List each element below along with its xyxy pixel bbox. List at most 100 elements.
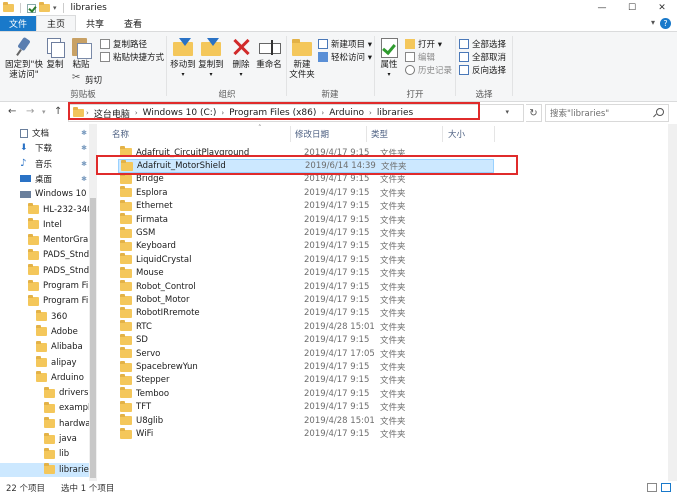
table-row[interactable]: Stepper 2019/4/17 9:15 文件夹	[118, 373, 494, 387]
table-row[interactable]: Servo 2019/4/17 17:05 文件夹	[118, 347, 494, 360]
table-row[interactable]: U8glib 2019/4/28 15:01 文件夹	[118, 414, 494, 427]
copy-to-button[interactable]: 复制到 ▾	[198, 36, 224, 80]
chevron-right-icon[interactable]: ›	[221, 109, 224, 117]
move-to-button[interactable]: 移动到 ▾	[170, 36, 196, 80]
invert-selection-button[interactable]: 反向选择	[459, 64, 506, 76]
table-row[interactable]: Ethernet 2019/4/17 9:15 文件夹	[118, 199, 494, 213]
delete-button[interactable]: 删除 ▾	[230, 36, 252, 80]
tab-file[interactable]: 文件	[0, 16, 37, 31]
nav-scrollbar-thumb[interactable]	[90, 198, 96, 478]
table-row[interactable]: Bridge 2019/4/17 9:15 文件夹	[118, 172, 494, 186]
nav-item[interactable]: libraries	[0, 462, 97, 477]
nav-item[interactable]: ⬇ 下载 ✱	[0, 141, 97, 155]
column-header-name[interactable]: 名称	[112, 127, 129, 141]
up-arrow-icon[interactable]: ↑	[54, 106, 62, 117]
table-row[interactable]: Adafruit_CircuitPlayground 2019/4/17 9:15…	[118, 146, 494, 159]
help-icon[interactable]: ?	[660, 18, 671, 29]
tab-view[interactable]: 查看	[114, 16, 152, 31]
copy-button[interactable]: 复制	[44, 36, 66, 70]
nav-item[interactable]: Arduino	[0, 371, 97, 385]
nav-item[interactable]: 360	[0, 310, 97, 324]
table-row[interactable]: TFT 2019/4/17 9:15 文件夹	[118, 400, 494, 414]
column-header-modified[interactable]: 修改日期	[295, 127, 329, 141]
nav-item[interactable]: Alibaba	[0, 340, 97, 354]
table-row[interactable]: RobotIRremote 2019/4/17 9:15 文件夹	[118, 306, 494, 320]
copy-path-button[interactable]: 复制路径	[100, 38, 147, 50]
navigation-pane[interactable]: 文档 ✱ ⬇ 下载 ✱ ♪ 音乐 ✱ 桌面 ✱ Windows 10 (C HL-232-340 Int…	[0, 124, 97, 481]
file-list-scrollbar[interactable]	[668, 124, 677, 481]
table-row[interactable]: Mouse 2019/4/17 9:15 文件夹	[118, 266, 494, 280]
nav-item[interactable]: examples	[0, 401, 97, 415]
easy-access-button[interactable]: 轻松访问 ▾	[318, 51, 372, 63]
nav-item[interactable]: PADS_Stnd_E	[0, 248, 97, 262]
minimize-button[interactable]: —	[587, 0, 617, 16]
address-bar[interactable]: › 这台电脑 › Windows 10 (C:) › Program Files…	[68, 104, 524, 122]
table-row[interactable]: LiquidCrystal 2019/4/17 9:15 文件夹	[118, 253, 494, 266]
nav-item[interactable]: 桌面 ✱	[0, 172, 97, 186]
search-input[interactable]: 搜索"libraries"	[545, 104, 669, 122]
nav-item[interactable]: Program Files	[0, 279, 97, 293]
nav-item[interactable]: drivers	[0, 386, 97, 400]
chevron-down-icon[interactable]: ▾	[42, 108, 46, 116]
breadcrumb-program-files[interactable]: Program Files (x86)	[229, 108, 316, 118]
column-header-size[interactable]: 大小	[448, 127, 465, 141]
paste-button[interactable]: 粘贴	[68, 36, 94, 70]
nav-item[interactable]: alipay	[0, 356, 97, 370]
back-arrow-icon[interactable]: ←	[8, 106, 16, 117]
nav-item[interactable]: PADS_Stnd_Pl	[0, 264, 97, 278]
properties-quick-icon[interactable]	[27, 3, 36, 13]
file-list[interactable]: ˄ 名称 修改日期 类型 大小 Adafruit_CircuitPlaygrou…	[98, 124, 668, 481]
chevron-right-icon[interactable]: ›	[86, 109, 89, 117]
table-row[interactable]: RTC 2019/4/28 15:01 文件夹	[118, 320, 494, 333]
table-row[interactable]: SpacebrewYun 2019/4/17 9:15 文件夹	[118, 360, 494, 373]
new-folder-quick-icon[interactable]	[39, 2, 50, 12]
paste-shortcut-button[interactable]: 粘贴快捷方式	[100, 51, 164, 63]
table-row[interactable]: GSM 2019/4/17 9:15 文件夹	[118, 226, 494, 239]
nav-item[interactable]: Intel	[0, 218, 97, 232]
chevron-right-icon[interactable]: ›	[321, 109, 324, 117]
large-icons-view-icon[interactable]	[661, 483, 671, 492]
forward-arrow-icon[interactable]: →	[26, 106, 34, 117]
pin-quick-access-button[interactable]: 固定到"快 速访问"	[4, 36, 44, 80]
breadcrumb-arduino[interactable]: Arduino	[329, 108, 364, 118]
maximize-button[interactable]: ☐	[617, 0, 647, 16]
table-row[interactable]: WiFi 2019/4/17 9:15 文件夹	[118, 427, 494, 440]
details-view-icon[interactable]	[647, 483, 657, 492]
nav-item[interactable]: ♪ 音乐 ✱	[0, 157, 97, 171]
chevron-right-icon[interactable]: ›	[135, 109, 138, 117]
breadcrumb-this-pc[interactable]: 这台电脑	[94, 107, 130, 120]
table-row[interactable]: SD 2019/4/17 9:15 文件夹	[118, 333, 494, 347]
chevron-down-icon[interactable]: ▾	[505, 108, 509, 116]
chevron-down-icon[interactable]: ▾	[53, 4, 57, 12]
tab-share[interactable]: 共享	[76, 16, 114, 31]
rename-button[interactable]: 重命名	[254, 36, 284, 70]
close-button[interactable]: ✕	[647, 0, 677, 16]
history-button[interactable]: 历史记录	[405, 64, 452, 76]
new-folder-button[interactable]: 新建 文件夹	[288, 36, 316, 80]
table-row[interactable]: Adafruit_MotorShield 2019/6/14 14:39 文件夹	[118, 159, 494, 173]
nav-item[interactable]: 文档 ✱	[0, 126, 97, 140]
nav-item[interactable]: lib	[0, 447, 97, 461]
nav-item[interactable]: hardware	[0, 417, 97, 431]
select-none-button[interactable]: 全部取消	[459, 51, 506, 63]
column-header-type[interactable]: 类型	[371, 127, 388, 141]
nav-item[interactable]: HL-232-340	[0, 203, 97, 217]
nav-item[interactable]: MentorGraph	[0, 233, 97, 247]
nav-item[interactable]: java	[0, 432, 97, 446]
breadcrumb-drive[interactable]: Windows 10 (C:)	[143, 108, 217, 118]
nav-item[interactable]: Program Files	[0, 294, 97, 308]
open-button[interactable]: 打开 ▾	[405, 38, 442, 50]
select-all-button[interactable]: 全部选择	[459, 38, 506, 50]
chevron-right-icon[interactable]: ›	[369, 109, 372, 117]
table-row[interactable]: Keyboard 2019/4/17 9:15 文件夹	[118, 239, 494, 253]
table-row[interactable]: Temboo 2019/4/17 9:15 文件夹	[118, 387, 494, 400]
refresh-button[interactable]: ↻	[526, 104, 542, 122]
table-row[interactable]: Esplora 2019/4/17 9:15 文件夹	[118, 186, 494, 199]
nav-item[interactable]: Adobe	[0, 325, 97, 339]
edit-button[interactable]: 编辑	[405, 51, 435, 63]
cut-button[interactable]: 剪切	[72, 72, 102, 86]
tab-home[interactable]: 主页	[36, 15, 77, 31]
table-row[interactable]: Robot_Motor 2019/4/17 9:15 文件夹	[118, 293, 494, 306]
table-row[interactable]: Robot_Control 2019/4/17 9:15 文件夹	[118, 280, 494, 293]
breadcrumb-libraries[interactable]: libraries	[377, 108, 413, 118]
